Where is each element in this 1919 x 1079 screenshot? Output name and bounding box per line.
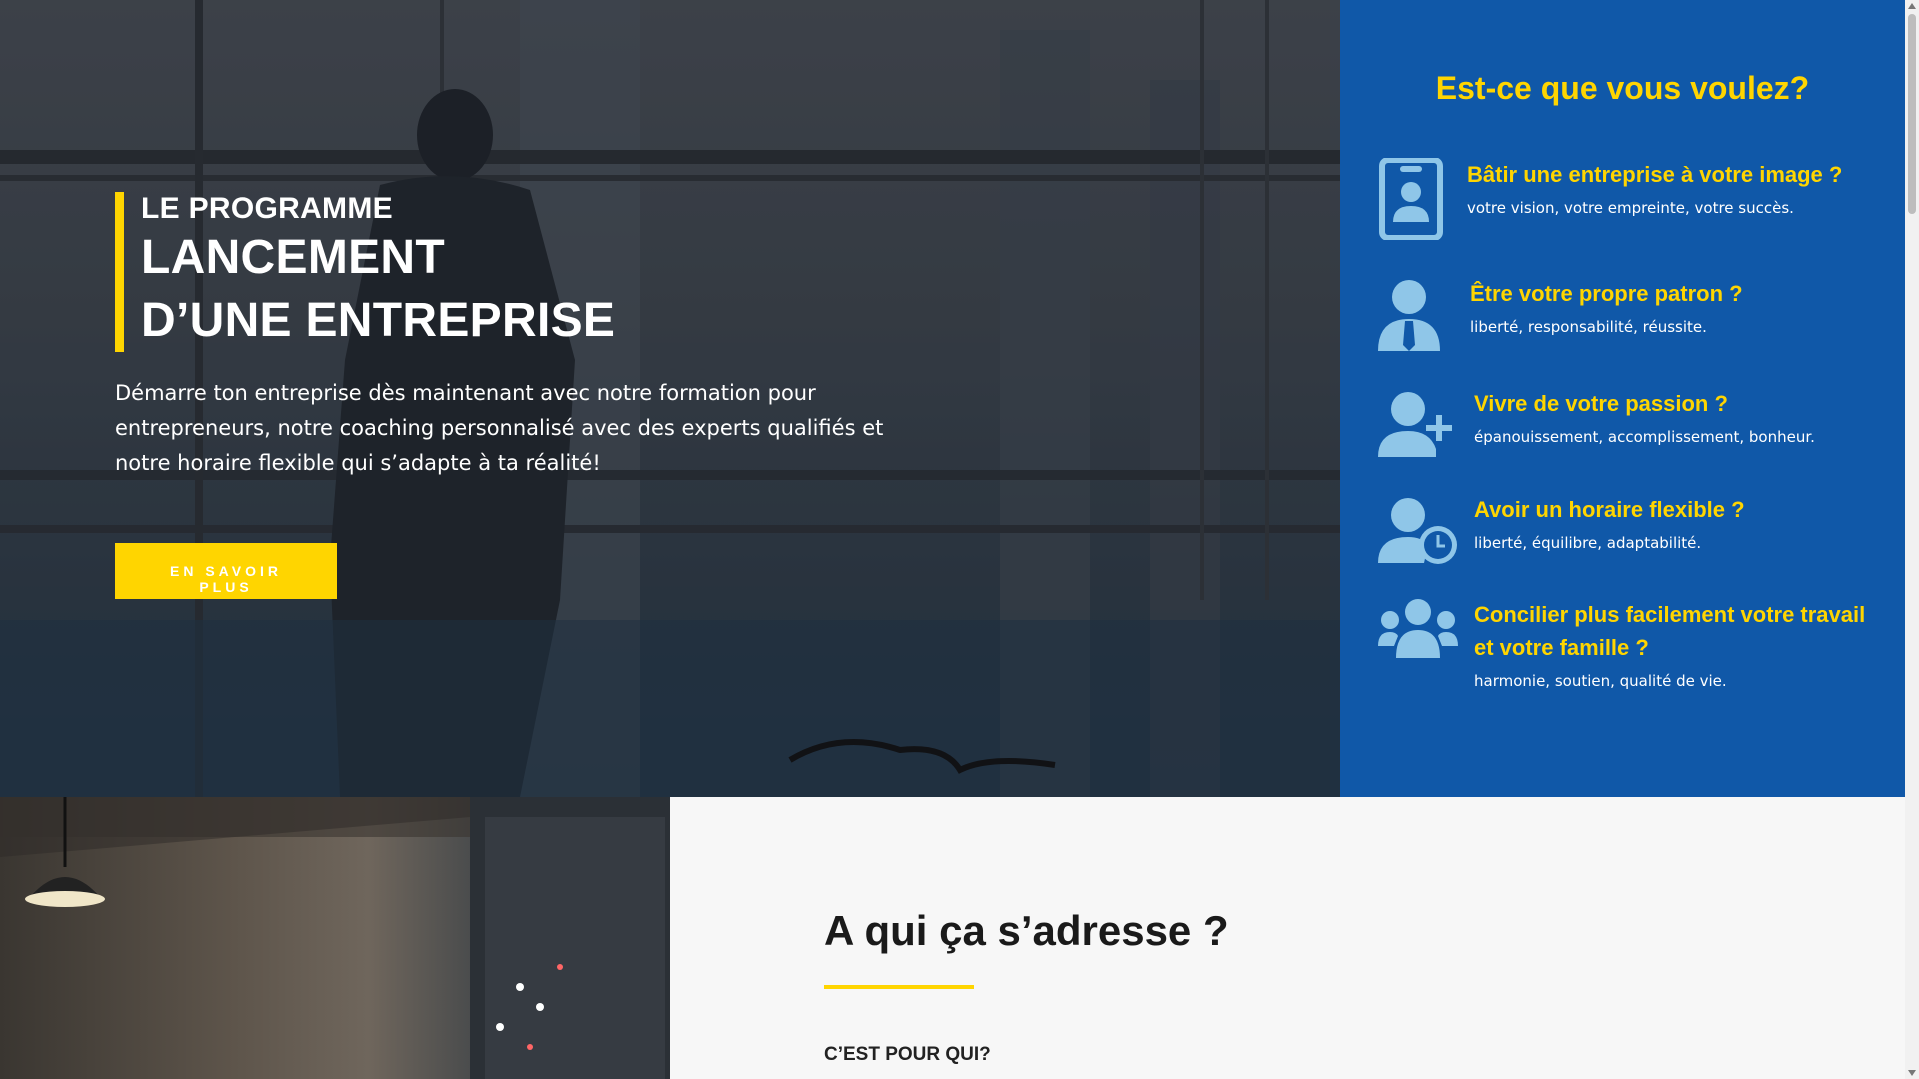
feature-item-3: Vivre de votre passion ? épanouissement,… bbox=[1378, 387, 1888, 457]
feature-title-5-line1: Concilier plus facilement votre travail bbox=[1474, 602, 1866, 627]
audience-subheading: C’EST POUR QUI? bbox=[824, 1044, 991, 1065]
id-badge-icon bbox=[1379, 158, 1443, 240]
feature-item-5: Concilier plus facilement votre travail … bbox=[1378, 598, 1888, 690]
scroll-up-arrow-icon[interactable] bbox=[1908, 3, 1916, 9]
feature-text-2: liberté, responsabilité, réussite. bbox=[1470, 318, 1707, 336]
audience-heading: A qui ça s’adresse ? bbox=[824, 907, 1229, 954]
hero-section: LE PROGRAMME LANCEMENT D’UNE ENTREPRISE … bbox=[0, 0, 1340, 797]
panel-title: Est-ce que vous voulez? bbox=[1435, 70, 1810, 106]
users-icon bbox=[1378, 599, 1458, 658]
hero-kicker: LE PROGRAMME bbox=[141, 192, 393, 225]
hero-content: LE PROGRAMME LANCEMENT D’UNE ENTREPRISE … bbox=[115, 192, 895, 599]
feature-title-5-line2: et votre famille ? bbox=[1474, 635, 1649, 660]
feature-title-2: Être votre propre patron ? bbox=[1470, 281, 1743, 306]
scroll-down-arrow-icon[interactable] bbox=[1908, 1070, 1916, 1076]
feature-text-3: épanouissement, accomplissement, bonheur… bbox=[1474, 428, 1815, 446]
office-photo bbox=[0, 797, 670, 1079]
feature-text-5: harmonie, soutien, qualité de vie. bbox=[1474, 672, 1727, 690]
user-clock-icon bbox=[1378, 498, 1457, 564]
feature-item-1: Bâtir une entreprise à votre image ? vot… bbox=[1378, 158, 1888, 240]
user-plus-icon bbox=[1378, 392, 1452, 457]
benefits-panel: Est-ce que vous voulez? Bâtir une entrep… bbox=[1340, 0, 1905, 797]
feature-text-1: votre vision, votre empreinte, votre suc… bbox=[1467, 199, 1794, 217]
feature-text-4: liberté, équilibre, adaptabilité. bbox=[1474, 534, 1702, 552]
hero-lead-text: Démarre ton entreprise dès maintenant av… bbox=[115, 381, 884, 475]
office-photo-image bbox=[0, 797, 670, 1079]
page-scrollbar[interactable] bbox=[1905, 0, 1919, 1079]
hero-title-line2: D’UNE ENTREPRISE bbox=[141, 294, 616, 347]
feature-item-2: Être votre propre patron ? liberté, resp… bbox=[1378, 277, 1888, 351]
learn-more-button[interactable]: EN SAVOIR PLUS bbox=[115, 543, 337, 599]
feature-title-4: Avoir un horaire flexible ? bbox=[1474, 497, 1745, 522]
hero-title-line1: LANCEMENT bbox=[141, 231, 446, 284]
audience-section: A qui ça s’adresse ? C’EST POUR QUI? bbox=[670, 797, 1905, 1079]
user-tie-icon bbox=[1378, 280, 1440, 351]
scrollbar-thumb[interactable] bbox=[1908, 14, 1916, 214]
heading-underline bbox=[824, 985, 974, 989]
hero-title-block: LE PROGRAMME LANCEMENT D’UNE ENTREPRISE bbox=[115, 192, 895, 352]
feature-title-1: Bâtir une entreprise à votre image ? bbox=[1467, 162, 1843, 187]
feature-item-4: Avoir un horaire flexible ? liberté, équ… bbox=[1378, 493, 1888, 564]
feature-title-3: Vivre de votre passion ? bbox=[1474, 391, 1728, 416]
